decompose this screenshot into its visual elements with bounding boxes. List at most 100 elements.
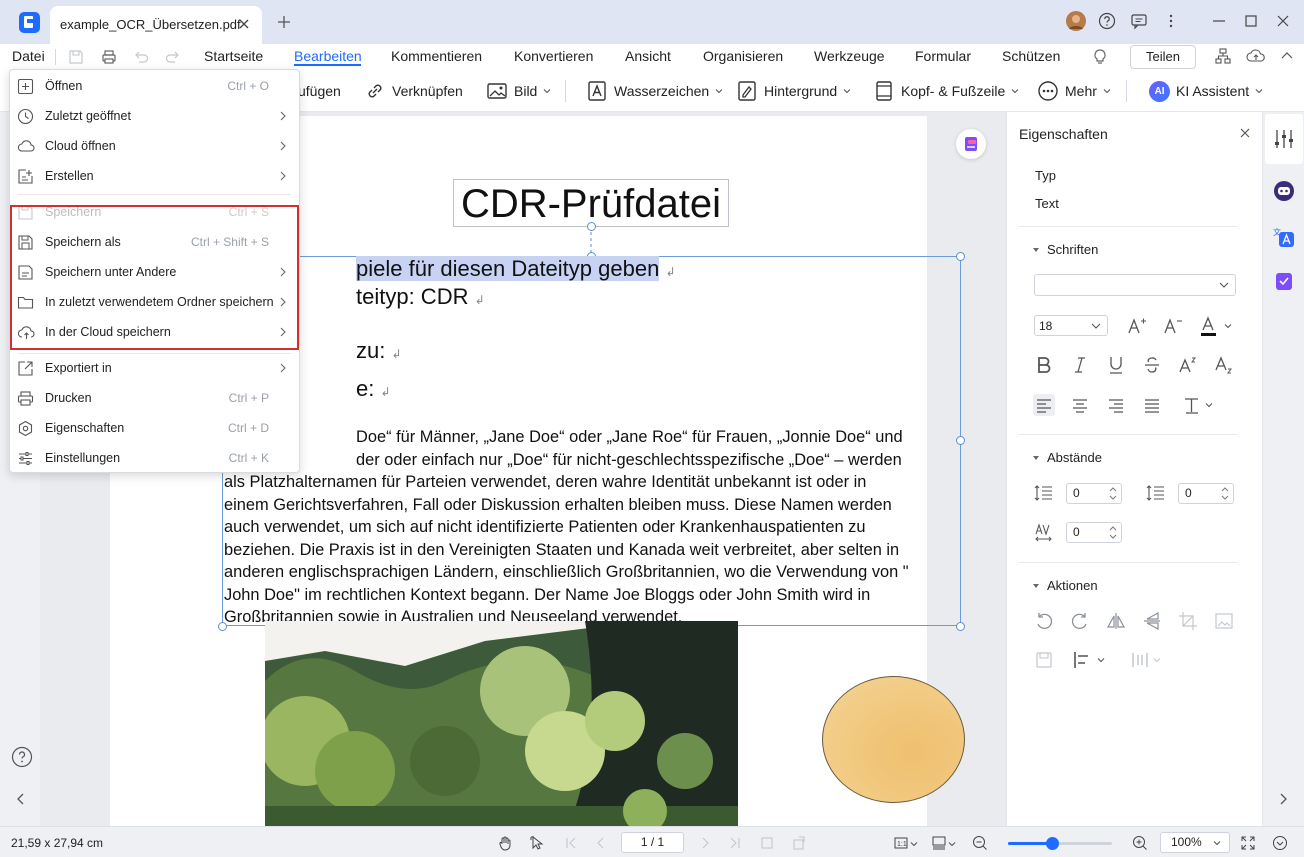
app-logo-icon[interactable] [19,12,40,33]
distribute-icon[interactable] [1129,649,1151,671]
print-quick-icon[interactable] [100,48,118,66]
close-tab-icon[interactable] [236,16,252,32]
chevron-down-icon[interactable] [1205,401,1213,409]
increase-font-size-icon[interactable] [1126,315,1148,337]
rotate-view-icon[interactable] [791,835,807,851]
add-tool-button[interactable]: ufügen [298,80,341,102]
align-left-icon[interactable] [1033,394,1055,416]
resize-handle[interactable] [956,252,965,261]
file-menu-button[interactable]: Datei [12,48,45,64]
watermark-tool-button[interactable]: Wasserzeichen [586,80,723,102]
menu-formular[interactable]: Formular [915,48,971,64]
italic-icon[interactable] [1069,354,1091,376]
align-justify-icon[interactable] [1141,394,1163,416]
last-page-icon[interactable] [727,835,743,851]
chevron-down-icon[interactable] [948,840,956,848]
chevron-down-icon[interactable] [1224,322,1232,330]
more-tool-button[interactable]: Mehr [1037,80,1111,102]
menu-item-print[interactable]: Drucken Ctrl + P [10,383,299,413]
fit-page-icon[interactable] [759,835,775,851]
expand-left-panel-icon[interactable] [15,792,27,806]
section-collapse-icon[interactable] [1031,453,1041,463]
replace-image-icon[interactable] [1213,610,1235,632]
actions-section-title[interactable]: Aktionen [1047,578,1098,593]
align-right-icon[interactable] [1105,394,1127,416]
zoom-slider[interactable] [1008,837,1112,850]
share-button[interactable]: Teilen [1130,45,1196,69]
select-tool-icon[interactable] [529,835,545,851]
font-color-icon[interactable] [1198,315,1220,337]
spacing-section-title[interactable]: Abstände [1047,450,1102,465]
share-network-icon[interactable] [1214,47,1232,65]
menu-item-cloud-open[interactable]: Cloud öffnen [10,131,299,161]
cloud-upload-top-icon[interactable] [1246,47,1266,65]
stepper-icon[interactable] [1109,486,1117,501]
zoom-in-icon[interactable] [1132,835,1148,851]
underline-icon[interactable] [1105,354,1127,376]
undo-icon[interactable] [132,48,150,66]
chevron-down-icon[interactable] [1153,656,1161,664]
help-icon[interactable] [1098,12,1116,30]
stepper-icon[interactable] [1221,486,1229,501]
background-tool-button[interactable]: Hintergrund [736,80,851,102]
link-tool-button[interactable]: Verknüpfen [364,80,463,102]
bold-icon[interactable] [1033,354,1055,376]
forest-image[interactable] [265,621,738,826]
font-family-select[interactable] [1034,274,1236,296]
translate-icon[interactable]: 文 [1273,226,1295,248]
prev-page-icon[interactable] [593,835,609,851]
rotate-left-icon[interactable] [1033,610,1055,632]
page-number-input[interactable]: 1 / 1 [621,832,684,853]
properties-tab[interactable] [1265,114,1303,164]
rotate-right-icon[interactable] [1069,610,1091,632]
title-text-box[interactable]: CDR-Prüfdatei [453,179,729,227]
line-spacing-input[interactable]: 0 [1066,483,1122,504]
floating-tool-button[interactable] [956,129,986,159]
minimize-icon[interactable] [1210,12,1228,30]
flip-horizontal-icon[interactable] [1105,610,1127,632]
ai-robot-icon[interactable] [1273,180,1295,202]
flip-vertical-icon[interactable] [1141,610,1163,632]
rotate-handle[interactable] [587,222,596,231]
menu-item-recent[interactable]: Zuletzt geöffnet [10,101,299,131]
zoom-slider-knob[interactable] [1045,837,1059,850]
paragraph-spacing-input[interactable]: 0 [1178,483,1234,504]
section-collapse-icon[interactable] [1031,245,1041,255]
decrease-font-size-icon[interactable] [1162,315,1184,337]
menu-ansicht[interactable]: Ansicht [625,48,671,64]
more-vertical-icon[interactable] [1162,12,1180,30]
zoom-level-select[interactable]: 100% [1160,832,1230,853]
section-collapse-icon[interactable] [1031,581,1041,591]
close-panel-icon[interactable] [1238,126,1252,140]
document-tab[interactable]: example_OCR_Übersetzen.pdf [50,6,262,44]
task-check-icon[interactable] [1273,270,1295,292]
ai-assistant-button[interactable]: AI KI Assistent [1149,80,1263,102]
align-objects-icon[interactable] [1071,649,1093,671]
menu-werkzeuge[interactable]: Werkzeuge [814,48,885,64]
redo-icon[interactable] [164,48,182,66]
chevron-down-icon[interactable] [1097,656,1105,664]
ellipse-shape[interactable] [822,676,965,803]
actual-size-icon[interactable]: 1:1 [893,835,909,851]
extract-icon[interactable] [1033,649,1055,671]
fullscreen-icon[interactable] [1240,835,1256,851]
menu-item-export[interactable]: Exportiert in [10,353,299,383]
superscript-icon[interactable] [1177,354,1199,376]
menu-item-settings[interactable]: Einstellungen Ctrl + K [10,443,299,473]
subscript-icon[interactable] [1213,354,1235,376]
font-size-select[interactable]: 18 [1034,315,1108,336]
collapse-ribbon-icon[interactable] [1278,47,1296,65]
maximize-icon[interactable] [1242,12,1260,30]
feedback-icon[interactable] [1130,12,1148,30]
crop-icon[interactable] [1177,610,1199,632]
first-page-icon[interactable] [563,835,579,851]
fonts-section-title[interactable]: Schriften [1047,242,1098,257]
header-footer-tool-button[interactable]: Kopf- & Fußzeile [873,80,1019,102]
page-layout-icon[interactable] [931,835,947,851]
zoom-out-icon[interactable] [972,835,988,851]
menu-kommentieren[interactable]: Kommentieren [391,48,482,64]
char-spacing-input[interactable]: 0 [1066,522,1122,543]
menu-item-properties[interactable]: Eigenschaften Ctrl + D [10,413,299,443]
menu-organisieren[interactable]: Organisieren [703,48,783,64]
stepper-icon[interactable] [1109,525,1117,540]
